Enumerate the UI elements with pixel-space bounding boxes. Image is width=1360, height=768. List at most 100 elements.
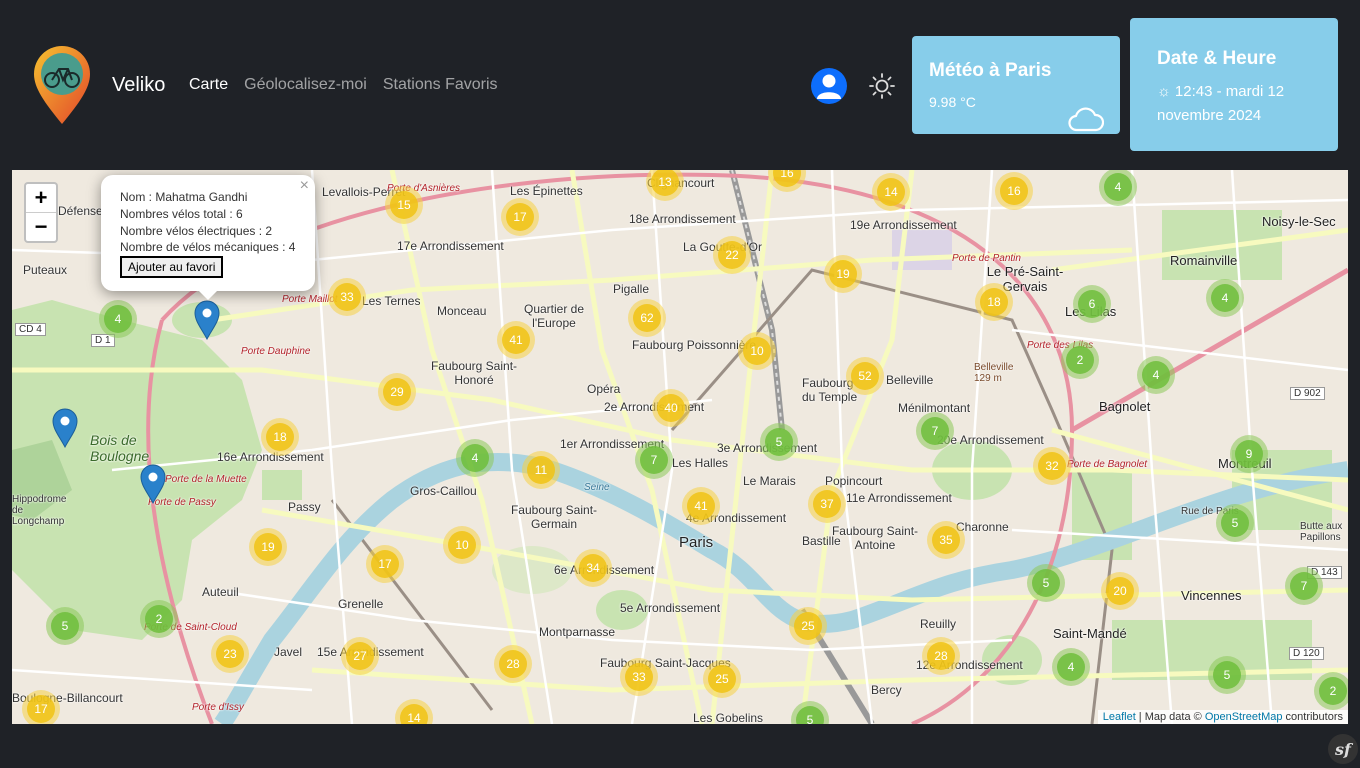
marker-cluster-count: 19 <box>829 260 857 288</box>
add-favorite-button[interactable]: Ajouter au favori <box>120 256 224 278</box>
marker-cluster[interactable]: 4 <box>1206 279 1244 317</box>
map-label-bois-boulogne: Bois de Boulogne <box>90 432 150 464</box>
marker-cluster[interactable]: 5 <box>1216 504 1254 542</box>
marker-cluster[interactable]: 17 <box>366 545 404 583</box>
veliko-logo-icon[interactable] <box>32 44 92 126</box>
marker-cluster[interactable]: 29 <box>378 373 416 411</box>
zoom-in-button[interactable]: + <box>26 184 56 212</box>
station-marker-icon[interactable] <box>52 408 78 448</box>
marker-cluster-count: 41 <box>687 492 715 520</box>
marker-cluster-count: 4 <box>1104 173 1132 201</box>
marker-cluster[interactable]: 25 <box>703 660 741 698</box>
marker-cluster[interactable]: 5 <box>46 607 84 645</box>
marker-cluster[interactable]: 18 <box>261 418 299 456</box>
marker-cluster-count: 17 <box>371 550 399 578</box>
marker-cluster[interactable]: 35 <box>927 521 965 559</box>
datetime-card: Date & Heure ☼ 12:43 - mardi 12 novembre… <box>1130 18 1338 151</box>
marker-cluster[interactable]: 2 <box>1061 341 1099 379</box>
marker-cluster[interactable]: 28 <box>922 637 960 675</box>
marker-cluster-count: 52 <box>851 362 879 390</box>
marker-cluster-count: 22 <box>718 241 746 269</box>
marker-cluster-count: 29 <box>383 378 411 406</box>
marker-cluster[interactable]: 41 <box>682 487 720 525</box>
osm-link[interactable]: OpenStreetMap <box>1205 711 1283 723</box>
marker-cluster[interactable]: 2 <box>1314 672 1348 710</box>
map[interactable]: Levallois-Perret Les Épinettes Clignanco… <box>12 170 1348 724</box>
marker-cluster[interactable]: 22 <box>713 236 751 274</box>
nav-link-geolocalisez-moi[interactable]: Géolocalisez-moi <box>244 76 367 94</box>
marker-cluster[interactable]: 7 <box>916 412 954 450</box>
station-marker-icon[interactable] <box>140 464 166 504</box>
marker-cluster-count: 10 <box>743 337 771 365</box>
sun-icon[interactable] <box>868 72 896 100</box>
marker-cluster[interactable]: 25 <box>789 607 827 645</box>
marker-cluster[interactable]: 17 <box>501 198 539 236</box>
marker-cluster[interactable]: 10 <box>443 526 481 564</box>
map-label-faubourg-st-germain: Faubourg Saint-Germain <box>510 503 598 531</box>
popup-close-button[interactable]: × <box>300 177 309 195</box>
user-avatar-icon[interactable] <box>811 68 847 104</box>
marker-cluster[interactable]: 15 <box>385 186 423 224</box>
marker-cluster[interactable]: 4 <box>1052 648 1090 686</box>
map-label-monceau: Monceau <box>437 304 487 318</box>
attribution-tail: contributors <box>1282 711 1343 723</box>
map-label-opera: Opéra <box>587 382 621 396</box>
marker-cluster[interactable]: 5 <box>1027 564 1065 602</box>
nav-link-carte[interactable]: Carte <box>189 76 228 94</box>
marker-cluster[interactable]: 20 <box>1101 572 1139 610</box>
marker-cluster[interactable]: 16 <box>995 172 1033 210</box>
symfony-toolbar-icon[interactable]: sf <box>1328 734 1358 764</box>
marker-cluster[interactable]: 6 <box>1073 285 1111 323</box>
datetime-title: Date & Heure <box>1157 48 1277 69</box>
map-label-porte-muette: Porte de la Muette <box>165 474 247 485</box>
marker-cluster[interactable]: 33 <box>328 278 366 316</box>
station-marker-icon[interactable] <box>194 300 220 340</box>
marker-cluster[interactable]: 41 <box>497 321 535 359</box>
marker-cluster[interactable]: 27 <box>341 637 379 675</box>
marker-cluster-count: 2 <box>145 605 173 633</box>
marker-cluster[interactable]: 14 <box>872 173 910 211</box>
marker-cluster[interactable]: 37 <box>808 485 846 523</box>
marker-cluster[interactable]: 11 <box>522 451 560 489</box>
marker-cluster-count: 2 <box>1066 346 1094 374</box>
marker-cluster[interactable]: 34 <box>574 549 612 587</box>
marker-cluster[interactable]: 5 <box>1208 656 1246 694</box>
marker-cluster[interactable]: 23 <box>211 635 249 673</box>
marker-cluster-count: 16 <box>1000 177 1028 205</box>
zoom-out-button[interactable]: − <box>26 212 56 241</box>
marker-cluster[interactable]: 32 <box>1033 447 1071 485</box>
nav-link-stations-favoris[interactable]: Stations Favoris <box>383 76 498 94</box>
map-label-charonne: Charonne <box>956 520 1009 534</box>
marker-cluster[interactable]: 9 <box>1230 435 1268 473</box>
marker-cluster[interactable]: 4 <box>456 439 494 477</box>
marker-cluster[interactable]: 2 <box>140 600 178 638</box>
marker-cluster-count: 20 <box>1106 577 1134 605</box>
marker-cluster-count: 7 <box>1290 572 1318 600</box>
marker-cluster[interactable]: 7 <box>635 441 673 479</box>
marker-cluster[interactable]: 7 <box>1285 567 1323 605</box>
leaflet-link[interactable]: Leaflet <box>1103 711 1136 723</box>
marker-cluster[interactable]: 33 <box>620 658 658 696</box>
map-label-montparnasse: Montparnasse <box>539 625 616 639</box>
map-label-arr18: 18e Arrondissement <box>629 212 736 226</box>
marker-cluster[interactable]: 10 <box>738 332 776 370</box>
marker-cluster[interactable]: 40 <box>652 389 690 427</box>
map-label-porte-pantin: Porte de Pantin <box>952 253 1021 264</box>
map-label-marais: Le Marais <box>743 474 796 488</box>
marker-cluster[interactable]: 17 <box>22 690 60 724</box>
brand-name[interactable]: Veliko <box>112 74 165 97</box>
marker-cluster[interactable]: 5 <box>760 423 798 461</box>
marker-cluster-count: 4 <box>1142 361 1170 389</box>
map-label-defense: Défense <box>58 204 103 218</box>
marker-cluster-count: 4 <box>1057 653 1085 681</box>
map-label-auteuil: Auteuil <box>202 585 239 599</box>
marker-cluster[interactable]: 28 <box>494 645 532 683</box>
marker-cluster[interactable]: 4 <box>1137 356 1175 394</box>
marker-cluster[interactable]: 19 <box>824 255 862 293</box>
marker-cluster[interactable]: 62 <box>628 299 666 337</box>
marker-cluster[interactable]: 4 <box>99 300 137 338</box>
marker-cluster[interactable]: 18 <box>975 283 1013 321</box>
marker-cluster-count: 14 <box>400 704 428 724</box>
marker-cluster[interactable]: 19 <box>249 528 287 566</box>
marker-cluster[interactable]: 52 <box>846 357 884 395</box>
